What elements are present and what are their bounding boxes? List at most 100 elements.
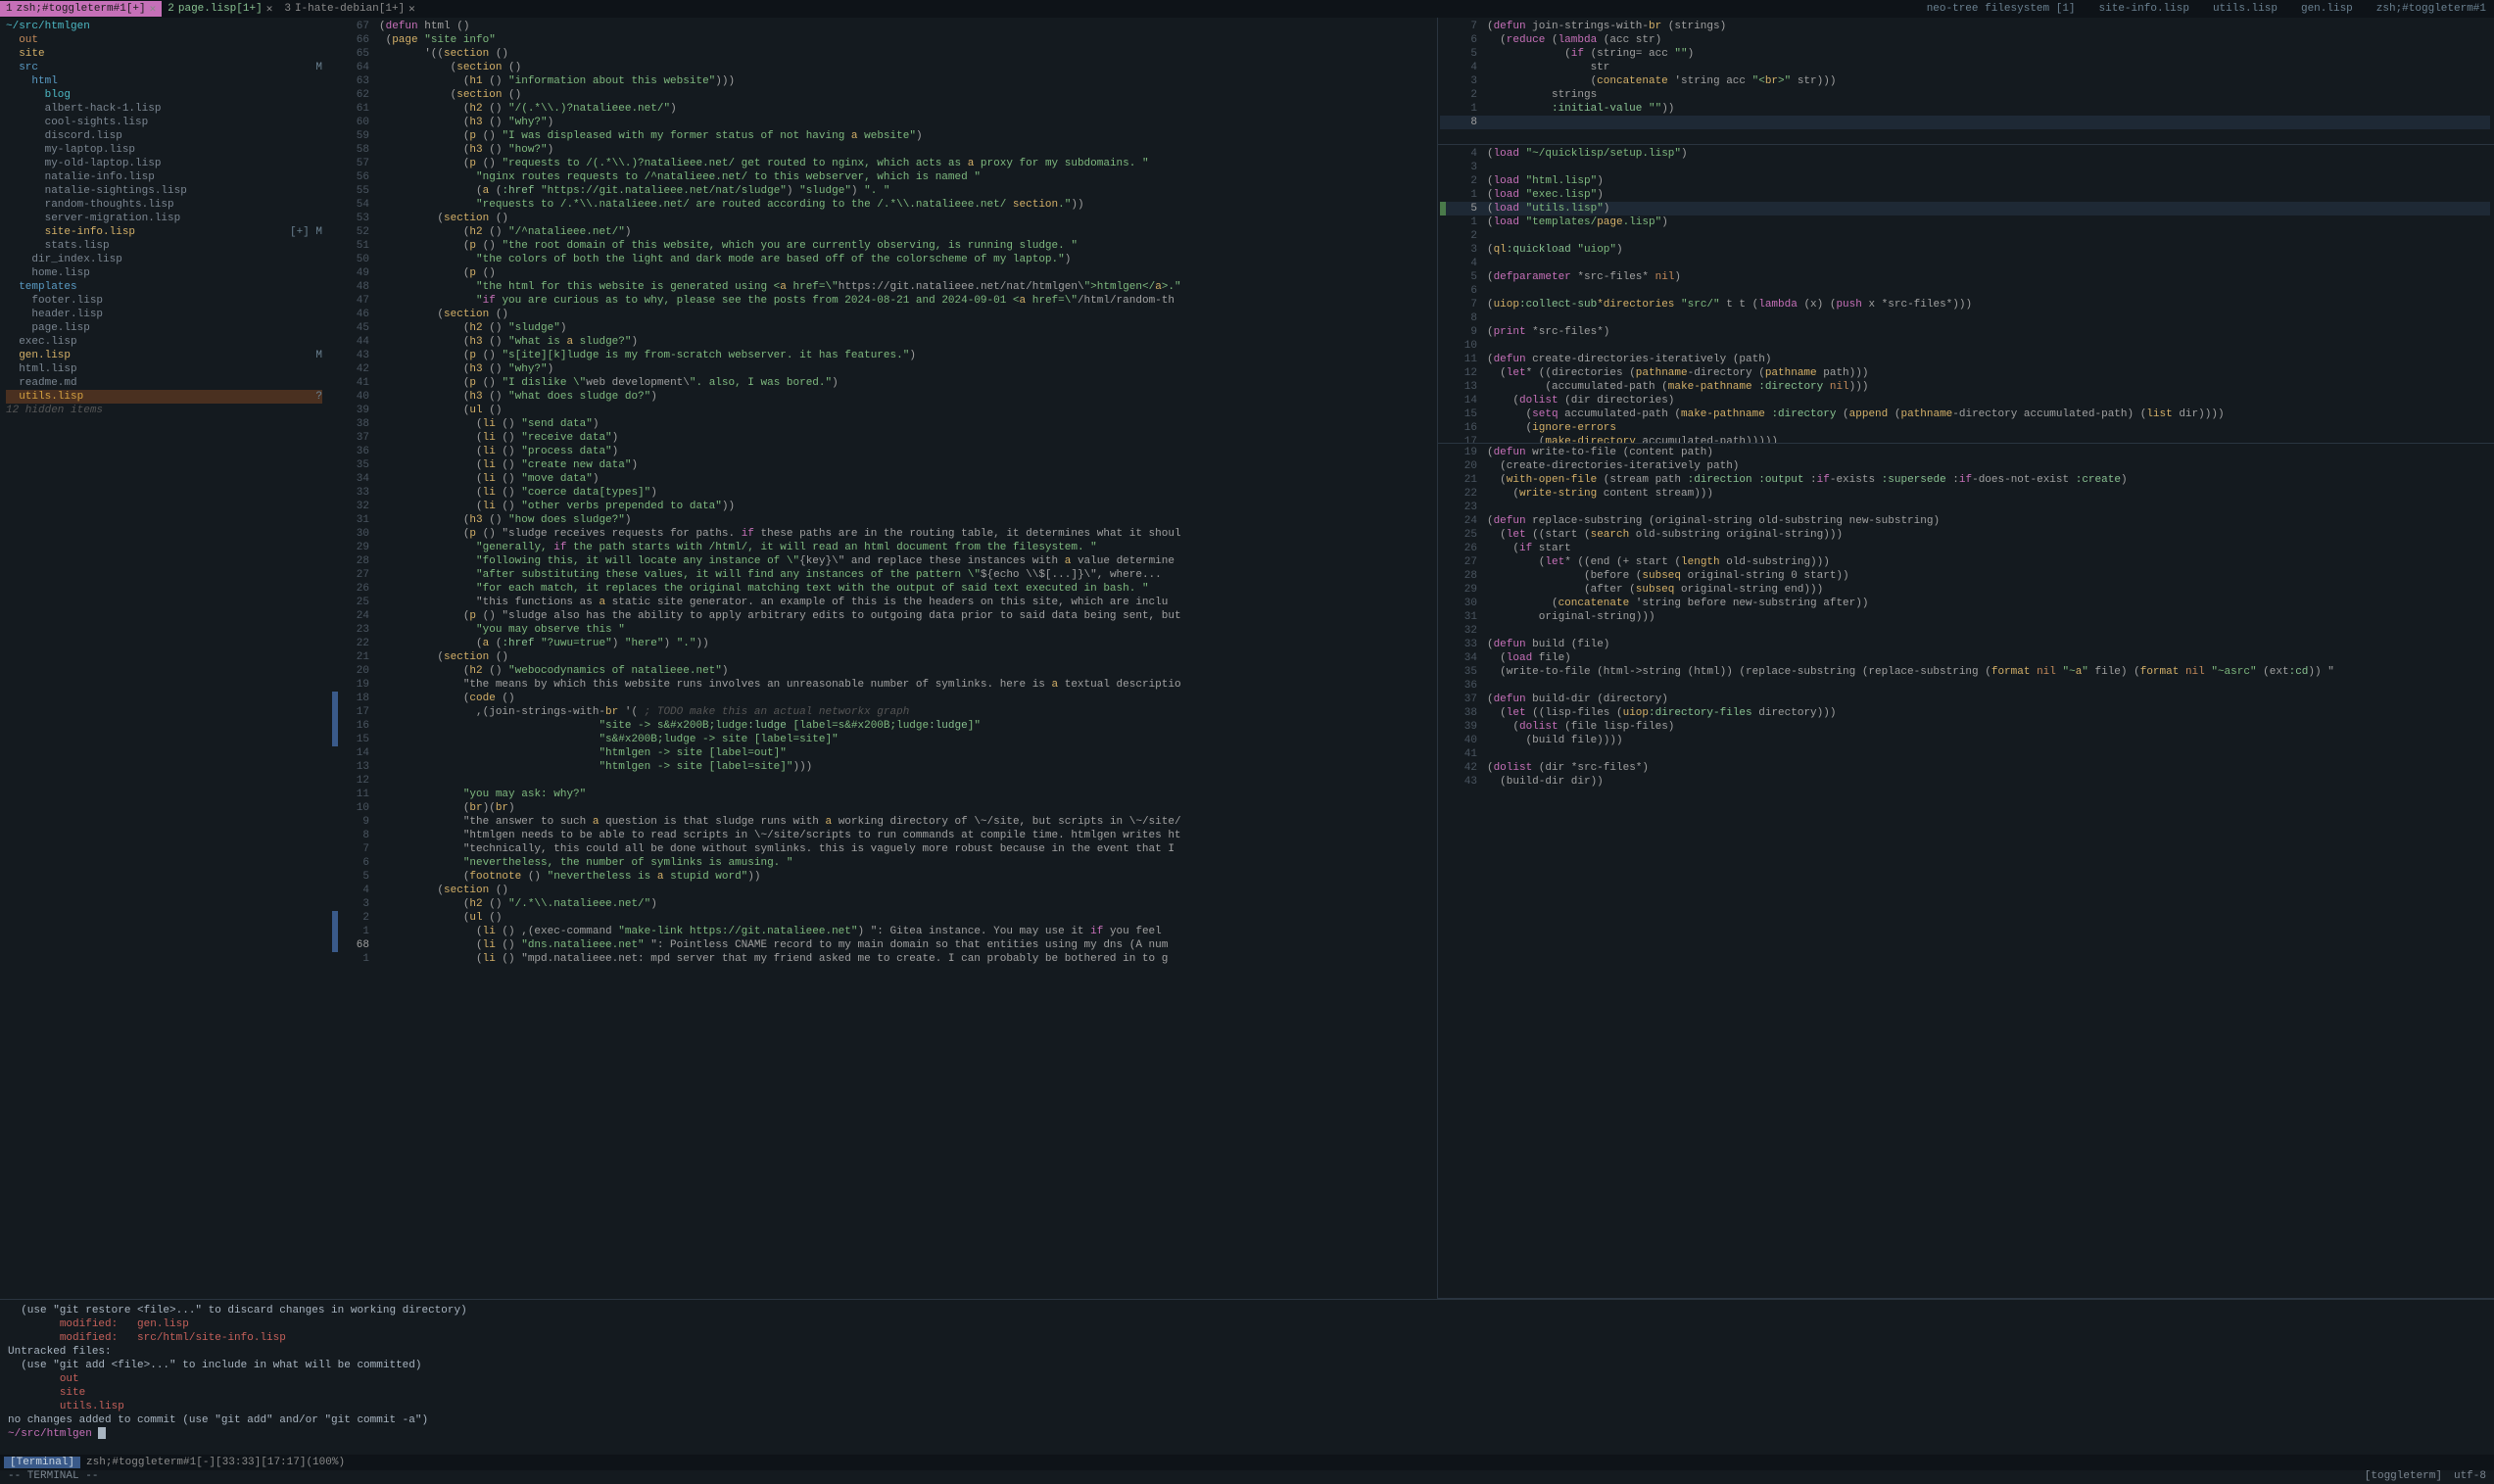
- code-line[interactable]: 17 ,(join-strings-with-br '( ; TODO make…: [332, 705, 1433, 719]
- code-line[interactable]: 18 (code (): [332, 692, 1433, 705]
- code-line[interactable]: 32 (li () "other verbs prepended to data…: [332, 500, 1433, 513]
- tree-item[interactable]: exec.lisp: [6, 335, 322, 349]
- code-line[interactable]: 32: [1440, 624, 2490, 638]
- code-line[interactable]: 6 (reduce (lambda (acc str): [1440, 33, 2490, 47]
- code-line[interactable]: 5(load "utils.lisp"): [1440, 202, 2490, 215]
- tree-item[interactable]: src M: [6, 61, 322, 74]
- code-line[interactable]: 58 (h3 () "how?"): [332, 143, 1433, 157]
- code-line[interactable]: 7(defun join-strings-with-br (strings): [1440, 20, 2490, 33]
- code-line[interactable]: 4(load "~/quicklisp/setup.lisp"): [1440, 147, 2490, 161]
- code-line[interactable]: 5 (if (string= acc ""): [1440, 47, 2490, 61]
- code-line[interactable]: 27 (let* ((end (+ start (length old-subs…: [1440, 555, 2490, 569]
- code-line[interactable]: 47 "if you are curious as to why, please…: [332, 294, 1433, 308]
- code-line[interactable]: 36 (li () "process data"): [332, 445, 1433, 458]
- code-line[interactable]: 41 (p () "I dislike \"web development\".…: [332, 376, 1433, 390]
- code-line[interactable]: 40 (h3 () "what does sludge do?"): [332, 390, 1433, 404]
- code-line[interactable]: 28 "following this, it will locate any i…: [332, 554, 1433, 568]
- code-line[interactable]: 43 (p () "s[ite][k]ludge is my from-scra…: [332, 349, 1433, 362]
- code-line[interactable]: 3 (concatenate 'string acc "<br>" str))): [1440, 74, 2490, 88]
- code-line[interactable]: 5(defparameter *src-files* nil): [1440, 270, 2490, 284]
- code-line[interactable]: 23 "you may observe this ": [332, 623, 1433, 637]
- code-line[interactable]: 11 "you may ask: why?": [332, 788, 1433, 801]
- code-line[interactable]: 65 '((section (): [332, 47, 1433, 61]
- code-line[interactable]: 22 (a (:href "?uwu=true") "here") ".")): [332, 637, 1433, 650]
- code-line[interactable]: 20 (create-directories-iteratively path): [1440, 459, 2490, 473]
- code-line[interactable]: 16 "site -> s&#x200B;ludge:ludge [label=…: [332, 719, 1433, 733]
- code-line[interactable]: 42 (h3 () "why?"): [332, 362, 1433, 376]
- code-line[interactable]: 59 (p () "I was displeased with my forme…: [332, 129, 1433, 143]
- tree-item[interactable]: gen.lisp M: [6, 349, 322, 362]
- code-line[interactable]: 21 (section (): [332, 650, 1433, 664]
- code-line[interactable]: 8: [1440, 116, 2490, 129]
- code-line[interactable]: 6 "nevertheless, the number of symlinks …: [332, 856, 1433, 870]
- code-line[interactable]: 31 original-string))): [1440, 610, 2490, 624]
- tree-item[interactable]: utils.lisp ?: [6, 390, 322, 404]
- code-line[interactable]: 8: [1440, 311, 2490, 325]
- code-line[interactable]: 16 (ignore-errors: [1440, 421, 2490, 435]
- tree-item[interactable]: footer.lisp: [6, 294, 322, 308]
- code-line[interactable]: 33(defun build (file): [1440, 638, 2490, 651]
- code-line[interactable]: 13 (accumulated-path (make-pathname :dir…: [1440, 380, 2490, 394]
- code-line[interactable]: 4: [1440, 257, 2490, 270]
- code-line[interactable]: 63 (h1 () "information about this websit…: [332, 74, 1433, 88]
- code-line[interactable]: 29 (after (subseq original-string end))): [1440, 583, 2490, 597]
- code-line[interactable]: 19(defun write-to-file (content path): [1440, 446, 2490, 459]
- tree-item[interactable]: albert-hack-1.lisp: [6, 102, 322, 116]
- code-line[interactable]: 21 (with-open-file (stream path :directi…: [1440, 473, 2490, 487]
- tree-item[interactable]: server-migration.lisp: [6, 212, 322, 225]
- code-line[interactable]: 9(print *src-files*): [1440, 325, 2490, 339]
- code-line[interactable]: 13 "htmlgen -> site [label=site]"))): [332, 760, 1433, 774]
- code-line[interactable]: 48 "the html for this website is generat…: [332, 280, 1433, 294]
- code-line[interactable]: 57 (p () "requests to /(.*\\.)?natalieee…: [332, 157, 1433, 170]
- code-line[interactable]: 45 (h2 () "sludge"): [332, 321, 1433, 335]
- tree-item[interactable]: header.lisp: [6, 308, 322, 321]
- code-line[interactable]: 28 (before (subseq original-string 0 sta…: [1440, 569, 2490, 583]
- code-line[interactable]: 22 (write-string content stream))): [1440, 487, 2490, 501]
- code-line[interactable]: 8 "htmlgen needs to be able to read scri…: [332, 829, 1433, 842]
- code-line[interactable]: 14 "htmlgen -> site [label=out]": [332, 746, 1433, 760]
- close-icon[interactable]: ✕: [266, 2, 273, 16]
- code-line[interactable]: 36: [1440, 679, 2490, 693]
- code-line[interactable]: 12: [332, 774, 1433, 788]
- file-tree-sidebar[interactable]: ~/src/htmlgen out site src M html blog a…: [0, 18, 328, 1299]
- tree-item[interactable]: my-old-laptop.lisp: [6, 157, 322, 170]
- code-line[interactable]: 24 (p () "sludge also has the ability to…: [332, 609, 1433, 623]
- code-line[interactable]: 31 (h3 () "how does sludge?"): [332, 513, 1433, 527]
- editor-pane-gen-bottom[interactable]: 19(defun write-to-file (content path)20 …: [1438, 444, 2494, 1299]
- code-line[interactable]: 10: [1440, 339, 2490, 353]
- code-line[interactable]: 42(dolist (dir *src-files*): [1440, 761, 2490, 775]
- code-line[interactable]: 1 (li () "mpd.natalieee.net: mpd server …: [332, 952, 1433, 966]
- code-line[interactable]: 4 (section (): [332, 884, 1433, 897]
- code-line[interactable]: 1 (li () ,(exec-command "make-link https…: [332, 925, 1433, 938]
- code-line[interactable]: 6: [1440, 284, 2490, 298]
- buffer-tab[interactable]: 2 page.lisp[1+] ✕: [162, 1, 278, 17]
- code-line[interactable]: 54 "requests to /.*\\.natalieee.net/ are…: [332, 198, 1433, 212]
- tree-item[interactable]: natalie-info.lisp: [6, 170, 322, 184]
- tree-item[interactable]: stats.lisp: [6, 239, 322, 253]
- code-line[interactable]: 33 (li () "coerce data[types]"): [332, 486, 1433, 500]
- code-line[interactable]: 49 (p (): [332, 266, 1433, 280]
- code-line[interactable]: 37 (li () "receive data"): [332, 431, 1433, 445]
- code-line[interactable]: 26 "for each match, it replaces the orig…: [332, 582, 1433, 596]
- code-line[interactable]: 37(defun build-dir (directory): [1440, 693, 2490, 706]
- code-line[interactable]: 43 (build-dir dir)): [1440, 775, 2490, 789]
- tree-item[interactable]: page.lisp: [6, 321, 322, 335]
- code-line[interactable]: 30 (p () "sludge receives requests for p…: [332, 527, 1433, 541]
- tree-item[interactable]: natalie-sightings.lisp: [6, 184, 322, 198]
- code-line[interactable]: 62 (section (): [332, 88, 1433, 102]
- code-line[interactable]: 1(load "templates/page.lisp"): [1440, 215, 2490, 229]
- code-line[interactable]: 34 (li () "move data"): [332, 472, 1433, 486]
- code-line[interactable]: 12 (let* ((directories (pathname-directo…: [1440, 366, 2490, 380]
- code-line[interactable]: 23: [1440, 501, 2490, 514]
- tree-item[interactable]: out: [6, 33, 322, 47]
- code-line[interactable]: 53 (section (): [332, 212, 1433, 225]
- code-line[interactable]: 14 (dolist (dir directories): [1440, 394, 2490, 407]
- tree-item[interactable]: html.lisp: [6, 362, 322, 376]
- code-line[interactable]: 24(defun replace-substring (original-str…: [1440, 514, 2490, 528]
- code-line[interactable]: 27 "after substituting these values, it …: [332, 568, 1433, 582]
- code-line[interactable]: 41: [1440, 747, 2490, 761]
- tree-item[interactable]: cool-sights.lisp: [6, 116, 322, 129]
- code-line[interactable]: 39 (ul (): [332, 404, 1433, 417]
- tree-item[interactable]: home.lisp: [6, 266, 322, 280]
- code-line[interactable]: 51 (p () "the root domain of this websit…: [332, 239, 1433, 253]
